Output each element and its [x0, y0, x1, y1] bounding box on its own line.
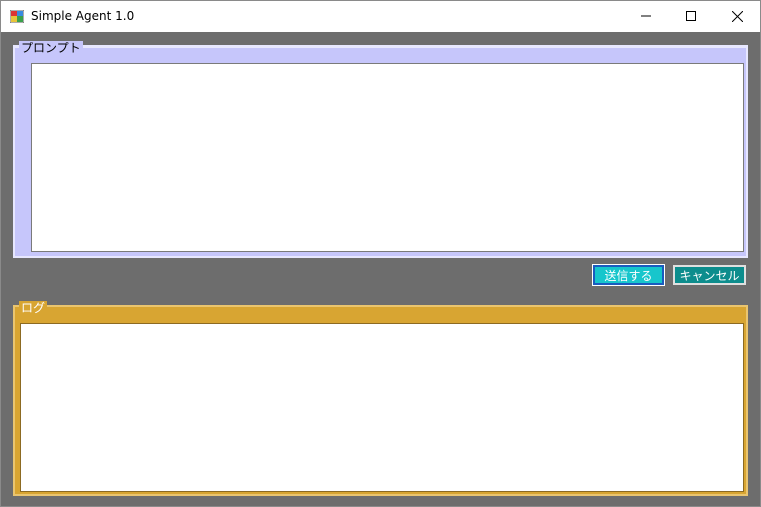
log-groupbox: ログ	[13, 301, 748, 496]
close-icon	[731, 10, 743, 22]
app-window: Simple Agent 1.0 プロンプト 送信する キャンセル ログ	[0, 0, 761, 507]
cancel-button[interactable]: キャンセル	[673, 265, 746, 285]
groupbox-border	[15, 47, 746, 48]
title-bar[interactable]: Simple Agent 1.0	[1, 1, 760, 32]
close-button[interactable]	[714, 1, 760, 31]
app-icon	[10, 10, 24, 23]
minimize-button[interactable]	[623, 1, 669, 31]
prompt-legend: プロンプト	[19, 41, 83, 55]
prompt-input[interactable]	[31, 63, 744, 252]
send-button[interactable]: 送信する	[592, 264, 665, 286]
minimize-icon	[641, 15, 651, 17]
maximize-icon	[686, 11, 696, 21]
window-title: Simple Agent 1.0	[31, 9, 135, 23]
maximize-button[interactable]	[668, 1, 714, 31]
prompt-groupbox: プロンプト	[13, 41, 748, 258]
log-output[interactable]	[20, 323, 744, 492]
log-legend: ログ	[19, 301, 48, 315]
